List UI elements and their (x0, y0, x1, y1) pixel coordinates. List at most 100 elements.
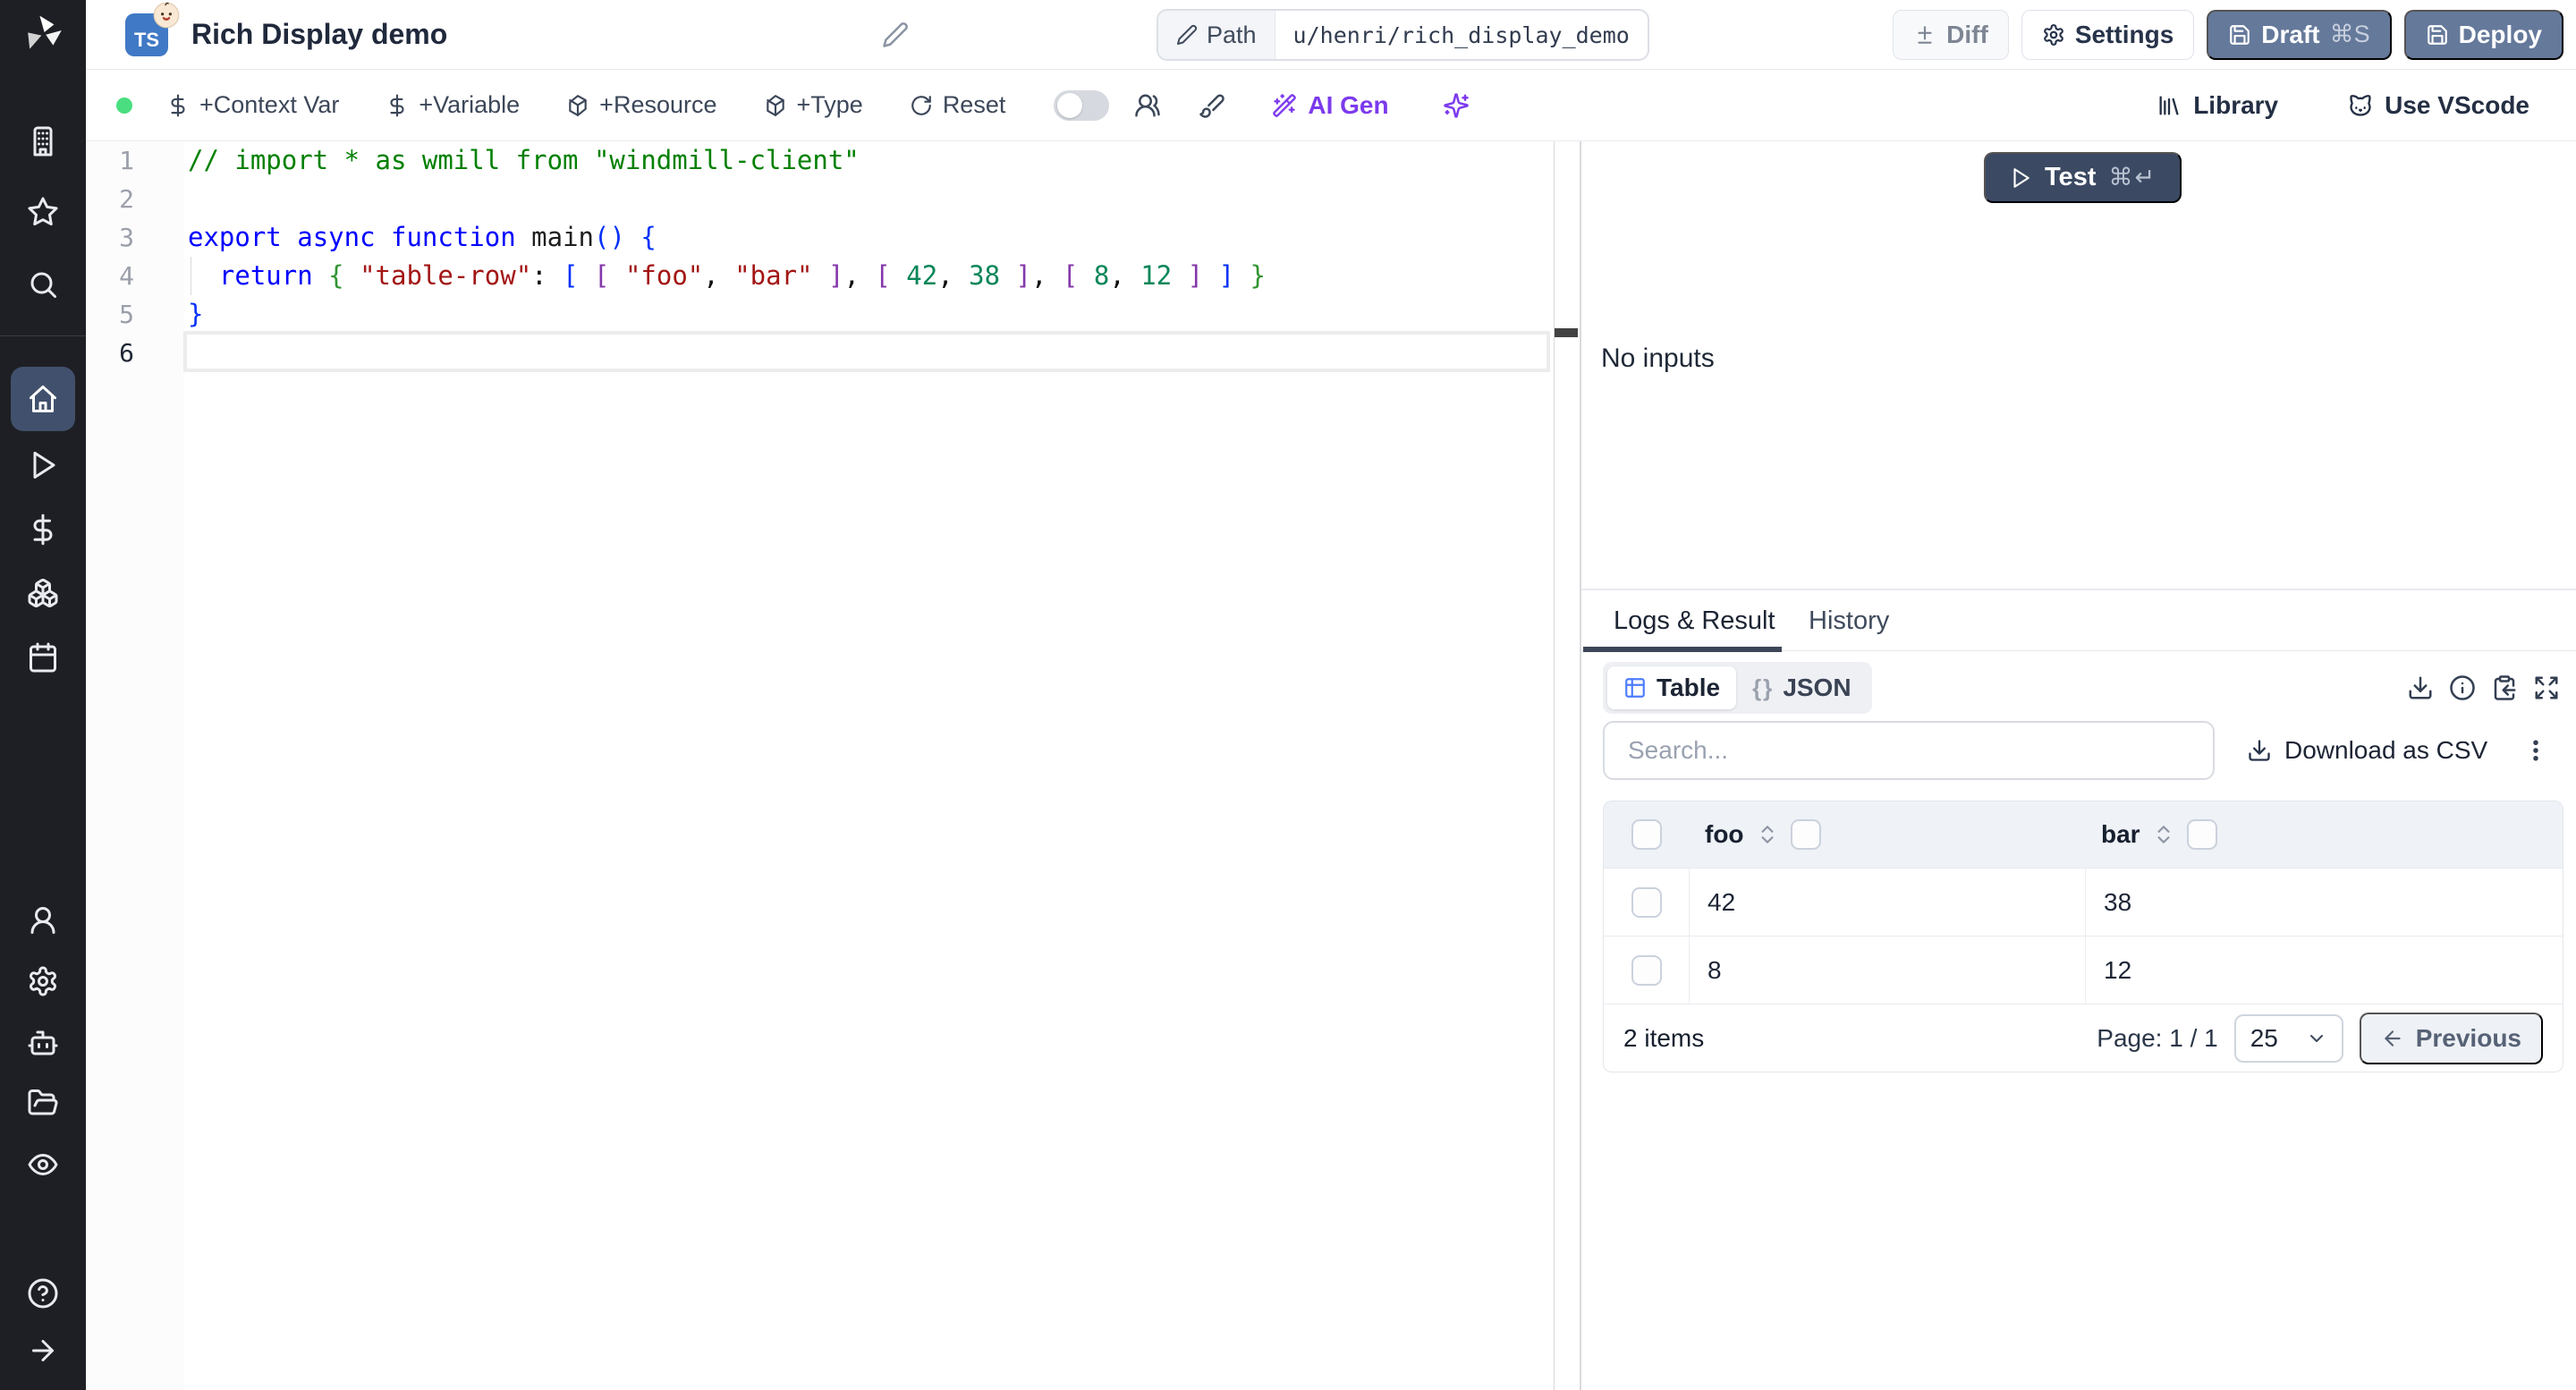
bot-icon (28, 1030, 58, 1055)
rotate-cw-icon (911, 95, 931, 115)
download-csv-button[interactable]: Download as CSV (2247, 721, 2487, 780)
view-table-label: Table (1657, 674, 1721, 701)
column-checkbox[interactable] (2186, 819, 2217, 850)
sidebar-item-audit[interactable] (27, 1148, 59, 1181)
add-type-button[interactable]: +Type (764, 91, 863, 119)
sidebar-item-favorites[interactable] (27, 196, 59, 228)
download-result-icon[interactable] (2407, 674, 2434, 701)
sidebar-item-runs[interactable] (27, 449, 59, 481)
code-editor[interactable]: 1 2 3 4 5 6 // import * as wmill from "windmi… (86, 141, 1580, 1390)
select-all-checkbox[interactable] (1631, 819, 1662, 850)
toggle-knob (1057, 92, 1083, 118)
column-header-foo[interactable]: foo (1689, 819, 2085, 850)
format-brush-icon[interactable] (1199, 92, 1225, 119)
table-controls: Download as CSV (1581, 721, 2576, 780)
view-table-button[interactable]: Table (1607, 666, 1737, 709)
test-label: Test (2045, 163, 2097, 191)
arrow-left-icon (2385, 1030, 2401, 1047)
editor-code[interactable]: // import * as wmill from "windmill-clie… (188, 141, 1266, 372)
braces-icon: {} (1752, 674, 1775, 701)
scrollbar-handle[interactable] (1555, 328, 1578, 337)
deploy-button[interactable]: Deploy (2403, 9, 2563, 60)
column-header-bar[interactable]: bar (2085, 819, 2563, 850)
use-vscode-label: Use VScode (2385, 90, 2529, 119)
line-number: 2 (119, 184, 134, 214)
sidebar-item-settings[interactable] (27, 965, 59, 997)
baby-emoji-icon (153, 2, 180, 29)
result-actions (2407, 674, 2560, 701)
info-icon[interactable] (2449, 674, 2476, 701)
sidebar-item-workspace[interactable] (27, 125, 59, 157)
eye-icon (28, 1154, 58, 1175)
more-options-icon[interactable] (2522, 721, 2549, 780)
windmill-logo-icon[interactable] (21, 13, 64, 55)
row-checkbox[interactable] (1631, 954, 1662, 986)
code-line[interactable]: // import * as wmill from "windmill-clie… (188, 141, 1266, 180)
add-resource-button[interactable]: +Resource (566, 91, 717, 119)
diff-button[interactable]: Diff (1893, 9, 2009, 60)
table-row: 8 12 (1604, 936, 2563, 1004)
line-number: 6 (119, 338, 134, 368)
arrow-right-icon (32, 1340, 54, 1361)
path-value[interactable]: u/henri/rich_display_demo (1275, 11, 1648, 59)
sidebar-item-home[interactable] (27, 383, 59, 415)
add-context-var-button[interactable]: +Context Var (166, 91, 339, 119)
view-json-button[interactable]: {} JSON (1736, 674, 1868, 702)
code-line[interactable]: export async function main() { (188, 218, 1266, 257)
status-dot (116, 97, 132, 114)
expand-icon[interactable] (2533, 674, 2560, 701)
code-line[interactable]: } (188, 295, 1266, 334)
multiplayer-toggle[interactable] (1054, 89, 1110, 121)
search-input[interactable] (1603, 721, 2215, 780)
sidebar-item-expand[interactable] (27, 1335, 59, 1367)
sidebar-item-variables[interactable] (27, 513, 59, 546)
sidebar-item-search[interactable] (27, 268, 59, 301)
sidebar-item-resources[interactable] (27, 577, 59, 609)
chevron-down-icon (2309, 1034, 2323, 1042)
code-line[interactable] (188, 334, 1266, 372)
path-edit-button[interactable]: Path (1158, 11, 1275, 59)
result-table: foo bar 42 38 8 12 2 items Page: 1 / 1 25 (1603, 801, 2563, 1072)
column-checkbox[interactable] (1790, 819, 1821, 850)
editor-toolbar: +Context Var +Variable +Resource +Type R… (86, 70, 2576, 141)
user-icon (30, 907, 55, 934)
building-icon (33, 126, 53, 157)
settings-button[interactable]: Settings (2021, 9, 2195, 60)
typescript-badge: TS (125, 2, 180, 56)
row-checkbox[interactable] (1631, 886, 1662, 918)
previous-page-button[interactable]: Previous (2359, 1012, 2543, 1064)
sort-icon[interactable] (2152, 823, 2175, 846)
use-vscode-button[interactable]: Use VScode (2348, 91, 2529, 120)
sidebar-item-users[interactable] (27, 904, 59, 937)
ai-gen-button[interactable]: AI Gen (1272, 91, 1389, 120)
test-shortcut: ⌘↵ (2108, 164, 2157, 191)
cell-bar: 12 (2085, 937, 2563, 1004)
windmill-script-editor: TS Rich Display demo Path u/henri/rich_d… (0, 0, 2576, 1390)
sparkles-icon[interactable] (1443, 92, 1470, 119)
draft-button[interactable]: Draft ⌘S (2207, 9, 2392, 60)
sidebar-divider (0, 335, 86, 336)
sidebar-item-folders[interactable] (27, 1087, 59, 1119)
sort-icon[interactable] (1756, 823, 1779, 846)
page-size-value: 25 (2250, 1023, 2278, 1052)
edit-summary-icon[interactable] (882, 21, 909, 48)
test-button[interactable]: Test ⌘↵ (1984, 152, 2182, 203)
diff-label: Diff (1946, 20, 1988, 48)
sidebar-item-help[interactable] (27, 1277, 59, 1309)
multiplayer-users-icon[interactable] (1134, 92, 1161, 119)
path-field[interactable]: Path u/henri/rich_display_demo (1157, 9, 1649, 61)
tab-history[interactable]: History (1809, 606, 1889, 636)
tab-logs-result[interactable]: Logs & Result (1614, 606, 1775, 636)
download-icon (2249, 740, 2270, 761)
reset-button[interactable]: Reset (910, 91, 1005, 119)
sidebar-item-ai[interactable] (27, 1027, 59, 1059)
library-icon (2159, 96, 2179, 114)
add-variable-button[interactable]: +Variable (386, 91, 520, 119)
page-size-select[interactable]: 25 (2233, 1013, 2343, 1063)
library-button[interactable]: Library (2157, 91, 2278, 120)
copy-clipboard-icon[interactable] (2491, 674, 2518, 701)
code-line[interactable]: return { "table-row": [ [ "foo", "bar" ]… (188, 257, 1266, 295)
sidebar-item-schedules[interactable] (27, 641, 59, 674)
add-variable-label: +Variable (419, 91, 521, 118)
code-line[interactable] (188, 180, 1266, 218)
